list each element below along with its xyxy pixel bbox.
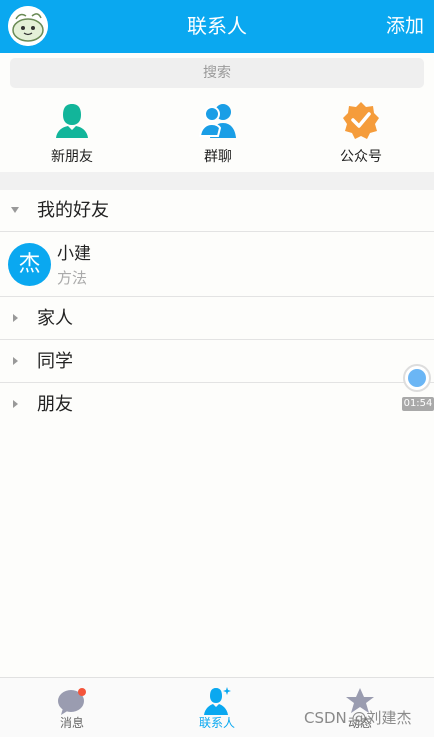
nav-contacts[interactable]: 联系人 (157, 678, 277, 737)
group-family[interactable]: 家人 (0, 298, 434, 340)
official-account-icon (343, 102, 379, 139)
section-divider (0, 172, 434, 190)
group-classmates[interactable]: 同学 (0, 341, 434, 383)
new-friend-entry[interactable]: 新朋友 (12, 100, 132, 170)
nav-label: 联系人 (198, 716, 235, 730)
new-friend-icon (56, 104, 88, 138)
message-icon (58, 688, 86, 715)
app-header: 联系人 添加 (0, 0, 434, 53)
caret-down-icon (11, 207, 19, 213)
contact-avatar: 杰 (8, 243, 51, 286)
contact-row[interactable]: 杰 小建 方法 (0, 234, 434, 297)
nav-messages[interactable]: 消息 (12, 678, 132, 737)
new-friend-label: 新朋友 (51, 149, 93, 165)
search-input[interactable]: 搜索 (10, 58, 424, 88)
official-account-entry[interactable]: 公众号 (301, 100, 421, 170)
group-chat-icon (198, 104, 236, 138)
group-chat-label: 群聊 (204, 149, 232, 165)
contact-name: 小建 (57, 244, 91, 264)
bottom-nav: 消息 联系人 动态 (0, 677, 434, 737)
group-friends[interactable]: 朋友 (0, 384, 434, 426)
contacts-icon (204, 687, 231, 715)
caret-right-icon (13, 314, 18, 322)
caret-right-icon (13, 357, 18, 365)
contact-status: 方法 (57, 269, 88, 287)
add-button[interactable]: 添加 (386, 13, 424, 39)
group-my-friends[interactable]: 我的好友 (0, 190, 434, 232)
floating-ball[interactable] (403, 364, 431, 392)
contacts-screen: 联系人 添加 搜索 新朋友 群聊 公众号 我的好友 杰 小建 方法 家人 同学 … (0, 0, 434, 737)
watermark: CSDN @刘建杰 (304, 709, 412, 727)
floating-timer: 01:54 (402, 397, 434, 411)
group-name: 同学 (37, 351, 73, 372)
group-name: 我的好友 (37, 200, 109, 221)
caret-right-icon (13, 400, 18, 408)
nav-label: 消息 (59, 716, 84, 730)
official-account-label: 公众号 (340, 149, 382, 165)
group-chat-entry[interactable]: 群聊 (158, 100, 278, 170)
page-title: 联系人 (187, 14, 247, 38)
group-name: 朋友 (37, 394, 73, 415)
group-name: 家人 (37, 308, 73, 329)
